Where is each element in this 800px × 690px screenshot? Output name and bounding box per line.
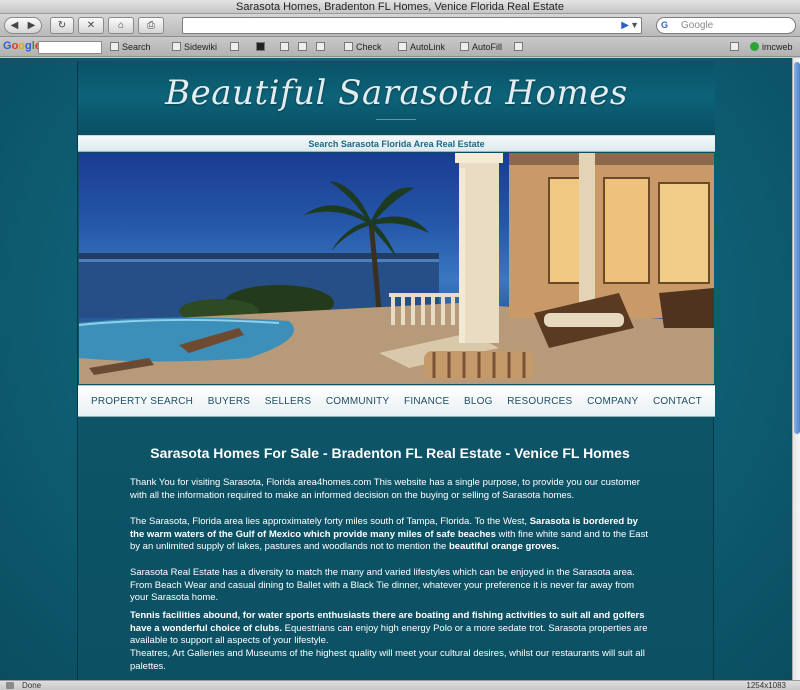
search-placeholder: Google [681,20,714,31]
reload-icon: ↻ [57,20,67,31]
stop-button[interactable]: ✕ [78,17,104,34]
main-navigation: PROPERTY SEARCH BUYERS SELLERS COMMUNITY… [78,385,715,417]
window-title: Sarasota Homes, Bradenton FL Homes, Veni… [236,1,564,13]
toolbar-pagerank-icon[interactable] [230,42,242,52]
nav-finance[interactable]: FINANCE [404,396,449,407]
window-title-bar: Sarasota Homes, Bradenton FL Homes, Veni… [0,0,800,14]
toolbar-autofill-button[interactable]: AutoFill [460,42,502,52]
web-page-viewport[interactable]: Beautiful Sarasota Homes Search Sarasota… [0,58,792,680]
close-icon: ✕ [86,20,96,31]
vertical-scrollbar[interactable] [792,58,800,680]
home-icon: ⌂ [117,20,125,31]
back-forward-buttons[interactable]: ◀ ▶ [4,17,42,34]
nav-resources[interactable]: RESOURCES [507,396,572,407]
activities-paragraph: Tennis facilities abound, for water spor… [130,610,648,647]
site-header: Beautiful Sarasota Homes [78,61,715,133]
print-button[interactable]: ⎙ [138,17,164,34]
area-search-link[interactable]: Search Sarasota Florida Area Real Estate [78,135,715,152]
scrollbar-thumb[interactable] [794,62,800,434]
home-button[interactable]: ⌂ [108,17,134,34]
reload-button[interactable]: ↻ [50,17,74,34]
toolbar-bookmark-icon[interactable] [280,42,292,52]
nav-sellers[interactable]: SELLERS [265,396,311,407]
back-arrow-icon[interactable]: ◀ [6,18,23,33]
nav-blog[interactable]: BLOG [464,396,493,407]
toolbar-account-button[interactable]: imcweb [750,42,793,52]
online-status-icon [750,42,759,51]
culture-paragraph: Theatres, Art Galleries and Museums of t… [130,648,645,672]
nav-buyers[interactable]: BUYERS [208,396,250,407]
toolbar-translate-icon[interactable] [316,42,328,52]
logo-flourish [376,119,416,121]
autolink-icon [398,42,407,51]
status-text: Done [22,681,42,690]
toolbar-mail-icon[interactable] [298,42,310,52]
google-g-icon [110,42,119,51]
sidewiki-icon [172,42,181,51]
toolbar-autolink-button[interactable]: AutoLink [398,42,445,52]
address-bar[interactable]: ▶ ▼ [182,17,642,34]
toolbar-search-button[interactable]: Search [110,42,151,52]
toolbar-fox-icon[interactable] [256,42,268,52]
nav-community[interactable]: COMMUNITY [326,396,389,407]
status-bar: Done 1254x1083 [0,680,800,690]
hero-illustration [79,153,714,384]
lifestyle-paragraph: Sarasota Real Estate has a diversity to … [130,567,635,604]
wrench-icon[interactable] [730,42,742,52]
autofill-icon [460,42,469,51]
nav-property-search[interactable]: PROPERTY SEARCH [91,396,193,407]
google-search-engine-icon[interactable]: G [661,20,679,31]
location-paragraph: The Sarasota, Florida area lies approxim… [130,516,648,553]
go-arrow-icon[interactable]: ▶ [621,20,629,31]
site-logo[interactable]: Beautiful Sarasota Homes [78,73,715,113]
toolbar-check-button[interactable]: Check [344,42,382,52]
toolbar-pen-icon[interactable] [514,42,526,52]
hero-image-pool-patio-at-dusk [79,153,714,384]
search-input[interactable]: G Google [656,17,796,34]
toolbar-search-input[interactable] [38,41,102,54]
site-container: Beautiful Sarasota Homes Search Sarasota… [77,61,715,680]
browser-navigation-bar: ◀ ▶ ↻ ✕ ⌂ ⎙ ▶ ▼ G Google [0,14,800,37]
toolbar-sidewiki-button[interactable]: Sidewiki [172,42,217,52]
page-status-icon [6,682,14,689]
printer-icon: ⎙ [147,20,155,31]
google-toolbar: Google Search Sidewiki Check AutoLink Au… [0,38,800,57]
google-logo: Google [3,40,41,52]
intro-paragraph: Thank You for visiting Sarasota, Florida… [130,477,640,501]
chevron-down-icon[interactable]: ▼ [630,20,639,30]
forward-arrow-icon[interactable]: ▶ [23,18,40,33]
spellcheck-icon [344,42,353,51]
nav-contact[interactable]: CONTACT [653,396,702,407]
resolution-readout: 1254x1083 [746,681,786,690]
nav-company[interactable]: COMPANY [587,396,638,407]
page-heading: Sarasota Homes For Sale - Bradenton FL R… [150,445,630,461]
